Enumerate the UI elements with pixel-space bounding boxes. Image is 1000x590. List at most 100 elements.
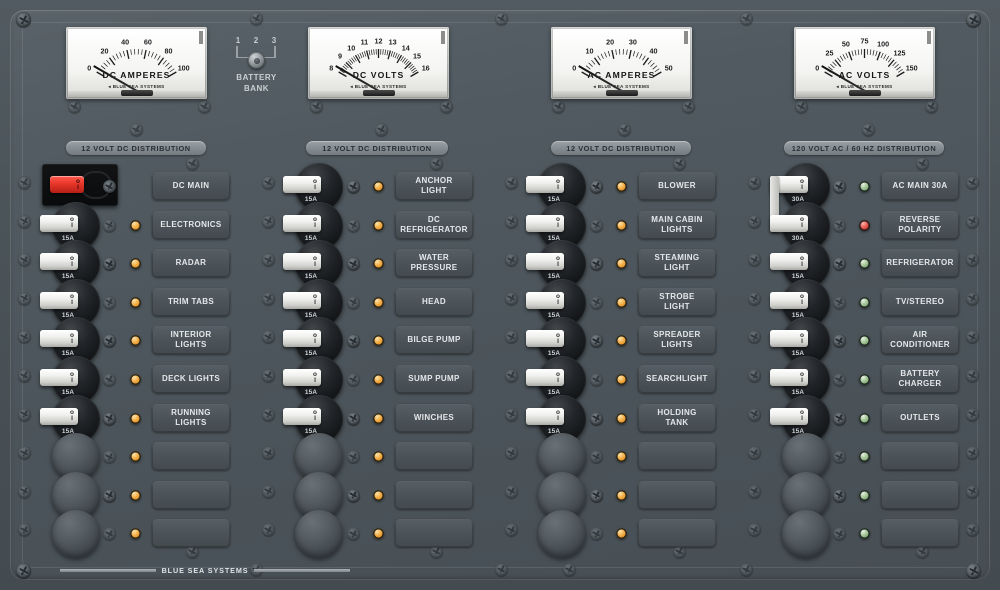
breaker-toggle[interactable]: oI — [770, 369, 808, 386]
circuit-label: STEAMING LIGHT — [638, 249, 716, 278]
panel-screw — [505, 214, 518, 228]
breaker-toggle[interactable]: oI — [283, 330, 321, 348]
breaker-toggle[interactable]: oI — [40, 214, 78, 232]
circuit-label-text: AIR CONDITIONER — [890, 330, 950, 350]
meter-pivot — [362, 90, 395, 96]
breaker-toggle[interactable]: oI — [283, 291, 321, 309]
breaker-toggle[interactable]: oI — [283, 253, 321, 271]
breaker-toggle[interactable]: oI — [770, 214, 808, 232]
meter-tick-label: 12 — [374, 36, 383, 45]
breaker-toggle[interactable]: oI — [283, 214, 321, 232]
circuit-label-text: SEARCHLIGHT — [646, 374, 708, 383]
circuit-label: TRIM TABS — [152, 287, 230, 316]
circuit-label-blank — [638, 480, 716, 509]
indicator-led-amber — [130, 412, 141, 424]
circuit-label-text: MAIN CABIN LIGHTS — [651, 214, 703, 234]
breaker-toggle[interactable]: oI — [526, 214, 564, 232]
indicator-led-amber — [616, 489, 627, 501]
battery-bank-pos-3[interactable]: 3 — [272, 36, 276, 45]
panel-screw — [748, 214, 761, 228]
panel-screw — [563, 563, 576, 576]
breaker-mount-screw — [833, 373, 846, 386]
breaker-mount-screw — [833, 411, 846, 425]
breaker-toggle[interactable]: oI — [526, 407, 564, 425]
battery-bank-label-line2: BANK — [243, 84, 270, 93]
breaker-toggle[interactable]: oI — [526, 176, 564, 193]
breaker-toggle[interactable]: oI — [770, 291, 808, 309]
breaker-toggle[interactable]: oI — [40, 253, 78, 271]
battery-bank-pos-1[interactable]: 1 — [236, 36, 240, 45]
breaker-toggle[interactable]: oI — [526, 330, 564, 348]
panel-screw — [262, 291, 275, 305]
circuit-label-text: RADAR — [175, 258, 207, 268]
indicator-led-amber — [130, 489, 141, 501]
circuit-label: OUTLETS — [881, 403, 959, 432]
panel-screw — [673, 157, 686, 170]
panel-screw — [250, 12, 263, 25]
meter-tick-label: 40 — [649, 46, 658, 56]
toggle-on-off-mark: oI — [70, 331, 74, 345]
dc-main-toggle[interactable]: oI — [50, 176, 84, 193]
indicator-led-amber — [373, 219, 384, 231]
toggle-on-off-mark: oI — [313, 216, 317, 230]
breaker-mount-screw — [103, 295, 116, 309]
meter-tick-label: 75 — [860, 36, 869, 45]
meter-title: DC AMPERES — [102, 70, 171, 80]
meter-title: AC VOLTS — [838, 70, 891, 80]
panel-screw — [262, 484, 275, 498]
toggle-on-off-mark: oI — [556, 293, 560, 307]
panel-screw — [18, 214, 31, 228]
breaker-toggle[interactable]: oI — [40, 330, 78, 348]
panel-screw — [966, 291, 979, 305]
meter-pivot — [605, 90, 638, 96]
toggle-on-off-mark: oI — [800, 254, 804, 268]
circuit-label-text: REFRIGERATOR — [886, 258, 954, 268]
panel-screw — [748, 176, 761, 189]
footer-brand: BLUE SEA SYSTEMS — [60, 564, 351, 576]
battery-bank-selector[interactable]: 1 2 3 BATTERY BANK — [228, 34, 285, 96]
footer-brand-text: BLUE SEA SYSTEMS — [161, 565, 249, 575]
breaker-mount-screw — [347, 488, 360, 502]
breaker-rating: 15A — [304, 389, 318, 396]
circuit-label-text: HEAD — [421, 296, 447, 306]
breaker-toggle[interactable]: oI — [283, 407, 321, 425]
breaker-toggle[interactable]: oI — [526, 369, 564, 386]
breaker-toggle[interactable]: oI — [40, 291, 78, 309]
circuit-label-text: HOLDING TANK — [657, 407, 697, 427]
circuit-label-text: DECK LIGHTS — [161, 374, 221, 383]
breaker-toggle[interactable]: oI — [40, 407, 78, 425]
breaker-toggle[interactable]: oI — [770, 253, 808, 271]
indicator-led-amber — [373, 181, 384, 192]
indicator-led-amber — [130, 219, 141, 231]
panel-screw — [966, 214, 979, 228]
toggle-on-off-mark: oI — [800, 370, 804, 384]
meter-dc-amperes: 0 20 40 60 80 100 DC AMPERES ◂ BLUE SEA SYSTEMS — [66, 27, 207, 99]
circuit-label-text: REVERSE POLARITY — [898, 214, 942, 234]
panel-screw — [795, 100, 808, 113]
breaker-toggle[interactable]: oI — [283, 176, 321, 193]
panel-screw — [505, 291, 518, 305]
meter-dc-volts: 8 9 10 11 12 13 14 15 16 DC VOLTS ◂ BLUE SEA SYSTE… — [308, 27, 449, 99]
panel-screw — [748, 407, 761, 421]
breaker-toggle[interactable]: oI — [526, 291, 564, 309]
circuit-label-blank — [395, 480, 473, 509]
meter-tick-label: 14 — [401, 43, 410, 53]
panel-screw — [966, 176, 979, 189]
battery-bank-knob[interactable] — [248, 52, 265, 69]
panel-screw — [505, 176, 518, 189]
panel-screw — [186, 157, 199, 170]
circuit-label: AIR CONDITIONER — [881, 326, 959, 355]
breaker-toggle[interactable]: oI — [526, 253, 564, 271]
breaker-toggle[interactable]: oI — [770, 407, 808, 425]
breaker-mount-screw — [347, 373, 360, 386]
battery-bank-pos-2[interactable]: 2 — [254, 36, 258, 45]
toggle-on-off-mark: oI — [313, 331, 317, 345]
breaker-toggle[interactable]: oI — [40, 369, 78, 386]
breaker-toggle[interactable]: oI — [770, 330, 808, 348]
panel-screw — [130, 123, 143, 136]
breaker-toggle[interactable]: oI — [283, 369, 321, 386]
meter-tick-label: 9 — [337, 51, 342, 61]
circuit-label-text: BLOWER — [658, 181, 696, 190]
circuit-label: SEARCHLIGHT — [638, 365, 716, 393]
breaker-mount-screw — [347, 411, 360, 425]
